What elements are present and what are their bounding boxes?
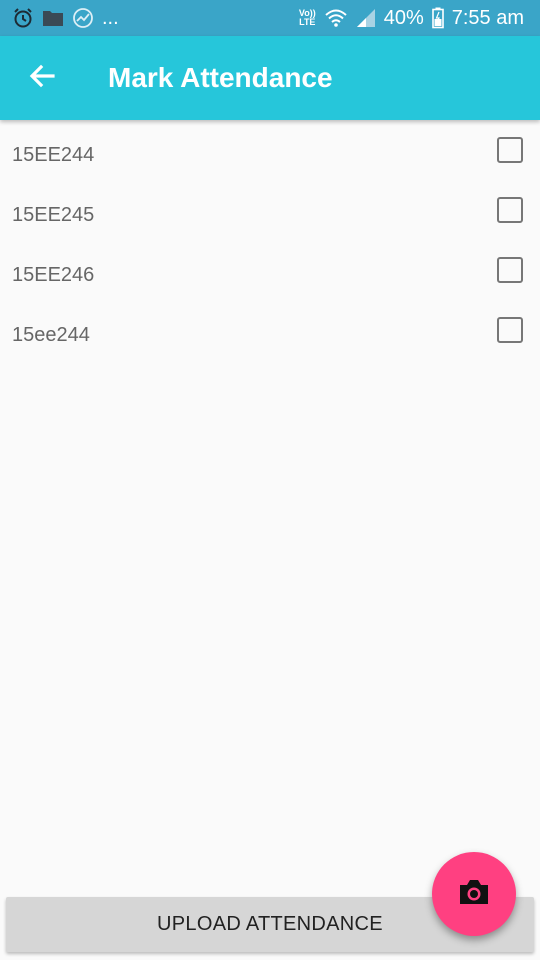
status-left: ... <box>12 7 119 30</box>
status-right: Vo)) LTE 40% 7:55 am <box>299 7 524 30</box>
trend-icon <box>72 7 94 29</box>
list-item: 15EE245 <box>0 180 540 240</box>
battery-percent: 40% <box>383 6 424 29</box>
list-item: 15ee244 <box>0 300 540 360</box>
alarm-icon <box>12 7 34 29</box>
student-id-label: 15EE244 <box>12 144 95 166</box>
page-title: Mark Attendance <box>108 62 333 93</box>
clock: 7:55 am <box>451 6 524 29</box>
status-bar: ... Vo)) LTE 40% 7:55 am <box>0 0 540 36</box>
attendance-checkbox[interactable] <box>497 317 523 343</box>
attendance-checkbox[interactable] <box>497 257 523 283</box>
more-notifications-indicator: ... <box>102 6 119 29</box>
list-item: 15EE244 <box>0 120 540 180</box>
student-id-label: 15ee244 <box>12 324 90 346</box>
battery-icon <box>431 7 444 29</box>
arrow-left-icon <box>28 62 56 95</box>
student-list: 15EE244 15EE245 15EE246 15ee244 <box>0 120 540 360</box>
volte-bottom-label: LTE <box>299 17 316 27</box>
signal-icon <box>356 8 376 28</box>
app-bar: Mark Attendance <box>0 36 540 120</box>
attendance-checkbox[interactable] <box>497 137 523 163</box>
camera-fab[interactable] <box>432 852 516 936</box>
student-id-label: 15EE245 <box>12 204 95 226</box>
volte-indicator: Vo)) LTE <box>299 9 316 27</box>
back-button[interactable] <box>0 36 84 120</box>
folder-icon <box>42 8 64 28</box>
list-item: 15EE246 <box>0 240 540 300</box>
attendance-checkbox[interactable] <box>497 197 523 223</box>
camera-icon <box>458 878 490 911</box>
student-id-label: 15EE246 <box>12 264 95 286</box>
wifi-icon <box>324 8 348 28</box>
